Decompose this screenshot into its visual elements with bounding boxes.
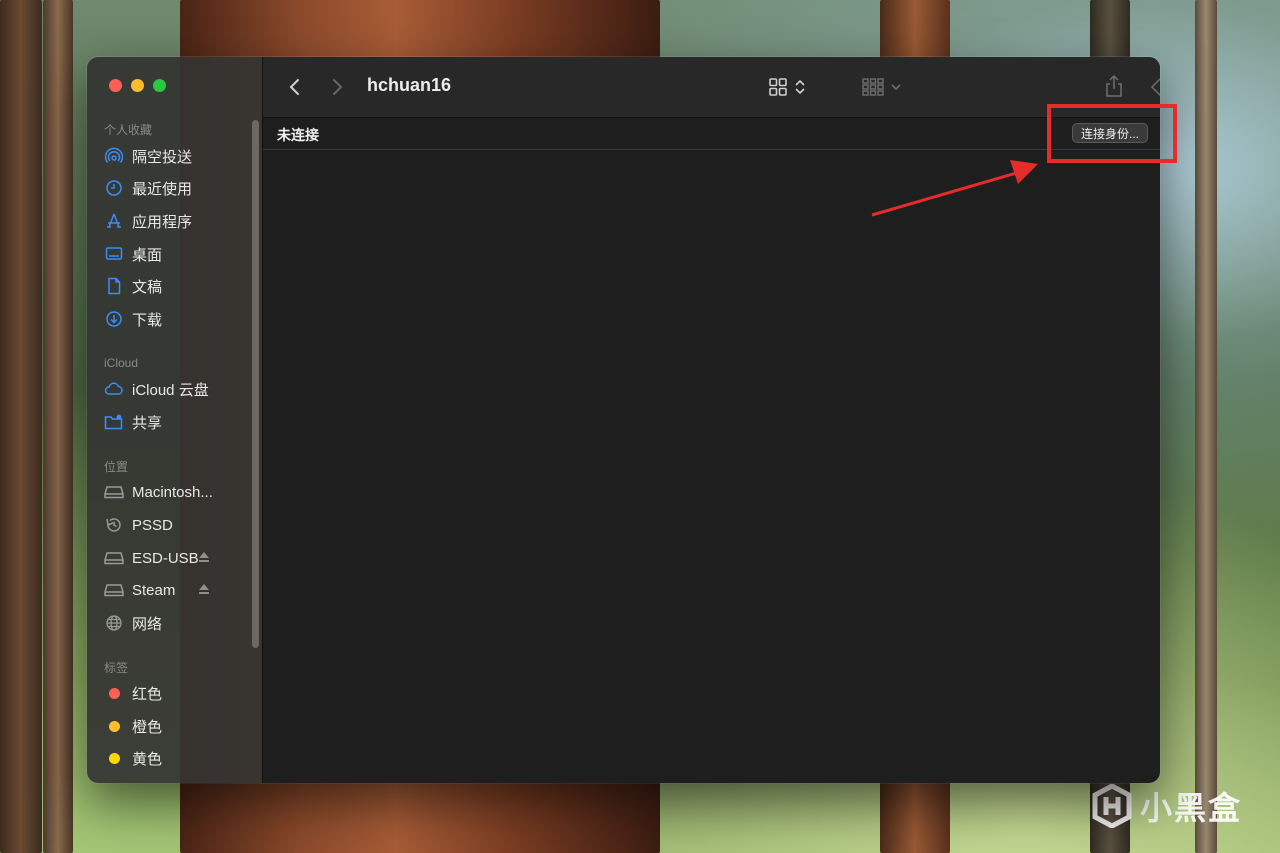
- sidebar-item-label: 应用程序: [132, 213, 193, 231]
- drive-icon: [104, 548, 124, 568]
- section-header-favorites: 个人收藏: [104, 123, 153, 137]
- sidebar-item-label: 红色: [132, 685, 163, 703]
- tag-button[interactable]: [1149, 73, 1160, 99]
- sidebar-item-label: 文稿: [132, 278, 163, 296]
- sidebar-item-label: Macintosh...: [132, 483, 213, 501]
- sidebar-item-label: 共享: [132, 414, 163, 432]
- sidebar-item-airdrop[interactable]: 隔空投送: [104, 143, 252, 169]
- sidebar-item-label: iCloud 云盘: [132, 381, 209, 399]
- group-grid-icon: [862, 78, 884, 96]
- sidebar-item-downloads[interactable]: 下载: [104, 306, 252, 332]
- desktop-icon: [104, 244, 124, 264]
- tree-trunk: [43, 0, 73, 853]
- cloud-icon: [104, 379, 124, 399]
- annotation-arrow-icon: [871, 160, 1038, 217]
- drive-icon: [104, 482, 124, 502]
- sidebar-item-label: 下载: [132, 311, 163, 329]
- tag-red-dot-icon: [104, 683, 124, 703]
- window-controls: [109, 79, 166, 92]
- annotation-highlight-box: [1047, 104, 1177, 163]
- sidebar-scrollbar[interactable]: [252, 120, 259, 648]
- sidebar-item-label: 橙色: [132, 718, 163, 736]
- sidebar-item-macintosh-hd[interactable]: Macintosh...: [104, 479, 252, 505]
- tree-trunk: [0, 0, 42, 853]
- share-icon: [1106, 74, 1122, 97]
- airdrop-icon: [104, 146, 124, 166]
- sidebar-item-documents[interactable]: 文稿: [104, 273, 252, 299]
- share-button[interactable]: [1103, 72, 1125, 100]
- group-button[interactable]: [858, 74, 906, 100]
- clock-icon: [104, 178, 124, 198]
- toolbar: hchuan16: [263, 57, 1160, 118]
- sidebar-item-esd-usb[interactable]: ESD-USB: [104, 545, 252, 571]
- eject-icon[interactable]: [198, 551, 210, 563]
- tag-orange-dot-icon: [104, 716, 124, 736]
- eject-icon[interactable]: [198, 583, 210, 595]
- chevron-right-icon: [333, 79, 343, 95]
- sidebar-item-tag-red[interactable]: 红色: [104, 680, 252, 706]
- drive-icon: [104, 580, 124, 600]
- icon-view-grid-icon: [769, 78, 787, 96]
- tag-yellow-dot-icon: [104, 748, 124, 768]
- sidebar-item-applications[interactable]: 应用程序: [104, 208, 252, 234]
- sidebar-item-label: 最近使用: [132, 180, 193, 198]
- time-machine-icon: [104, 515, 124, 535]
- sidebar-item-label: 桌面: [132, 246, 163, 264]
- shared-folder-icon: [104, 412, 124, 432]
- network-globe-icon: [104, 613, 124, 633]
- zoom-button[interactable]: [153, 79, 166, 92]
- sidebar-item-label: PSSD: [132, 516, 173, 534]
- connection-bar: 未连接 连接身份...: [263, 118, 1160, 150]
- close-button[interactable]: [109, 79, 122, 92]
- sidebar-item-label: 隔空投送: [132, 148, 193, 166]
- download-icon: [104, 309, 124, 329]
- sidebar-item-network[interactable]: 网络: [104, 610, 252, 636]
- minimize-button[interactable]: [131, 79, 144, 92]
- up-down-chevron-icon: [795, 79, 805, 95]
- sidebar-item-shared[interactable]: 共享: [104, 409, 252, 435]
- sidebar-item-tag-orange[interactable]: 橙色: [104, 713, 252, 739]
- sidebar-item-tag-yellow[interactable]: 黄色: [104, 745, 252, 771]
- sidebar-item-label: 黄色: [132, 750, 163, 768]
- applications-icon: [104, 211, 124, 231]
- tag-icon: [1150, 77, 1160, 97]
- sidebar-item-label: Steam: [132, 581, 176, 599]
- watermark: 小黑盒: [1092, 783, 1242, 829]
- section-header-icloud: iCloud: [104, 356, 139, 370]
- tree-trunk: [1195, 0, 1217, 853]
- sidebar-item-steam[interactable]: Steam: [104, 577, 252, 603]
- chevron-down-icon: [891, 84, 901, 91]
- chevron-left-icon: [289, 79, 299, 95]
- watermark-text: 小黑盒: [1139, 790, 1242, 826]
- section-header-locations: 位置: [104, 460, 129, 474]
- sidebar-item-recents[interactable]: 最近使用: [104, 175, 252, 201]
- sidebar-item-icloud-drive[interactable]: iCloud 云盘: [104, 376, 252, 402]
- window-title: hchuan16: [367, 75, 452, 95]
- sidebar-item-label: 网络: [132, 615, 163, 633]
- connection-status: 未连接: [277, 127, 319, 143]
- view-mode-button[interactable]: [763, 74, 811, 100]
- back-button[interactable]: [283, 75, 307, 99]
- forward-button[interactable]: [325, 75, 349, 99]
- document-icon: [104, 276, 124, 296]
- sidebar-item-pssd[interactable]: PSSD: [104, 512, 252, 538]
- heybox-logo-icon: [1092, 784, 1132, 828]
- sidebar: 个人收藏 隔空投送 最近使用 应用程序 桌面 文稿 下载 iCloud iClo…: [87, 57, 263, 783]
- section-header-tags: 标签: [104, 661, 129, 675]
- sidebar-item-desktop[interactable]: 桌面: [104, 241, 252, 267]
- sidebar-item-label: ESD-USB: [132, 549, 199, 567]
